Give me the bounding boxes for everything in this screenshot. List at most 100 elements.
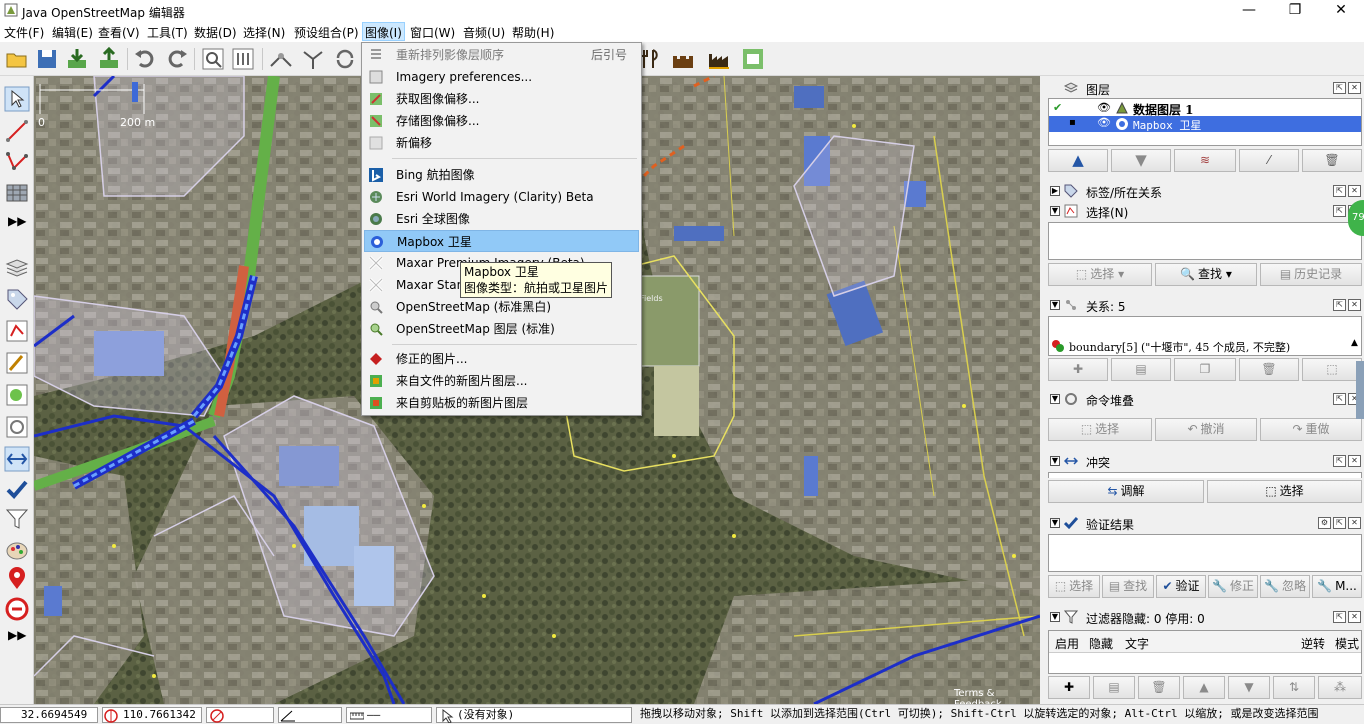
- preferences-icon[interactable]: [230, 46, 256, 72]
- redo-icon[interactable]: [164, 46, 190, 72]
- move-filter-up-button[interactable]: ▲: [1183, 676, 1225, 699]
- merge-layer-button[interactable]: ≋: [1174, 149, 1236, 172]
- validation-select-button[interactable]: ⬚ 选择: [1048, 575, 1100, 598]
- parallel-mode-icon[interactable]: [4, 180, 30, 206]
- building-preset-icon[interactable]: [740, 46, 766, 72]
- selection-panel-header[interactable]: ▼ 选择(N) ⇱ ✕: [1048, 202, 1362, 220]
- save-icon[interactable]: [34, 46, 60, 72]
- detach-icon[interactable]: ⇱: [1333, 455, 1346, 467]
- relations-panel-header[interactable]: ▼ 关系: 5 ⇱ ✕: [1048, 296, 1362, 314]
- layers-panel-header[interactable]: 图层 ⇱ ✕: [1048, 79, 1362, 97]
- menu-audio[interactable]: 音频(U): [461, 24, 507, 41]
- tags-panel-header[interactable]: ▶ 标签/所在关系 ⇱ ✕: [1048, 182, 1362, 200]
- draw-mode-icon[interactable]: [4, 118, 30, 144]
- expand-icon[interactable]: ▶: [1050, 186, 1060, 196]
- dialog-toggle-commands-icon[interactable]: [4, 414, 30, 440]
- menu-item-osm-bw[interactable]: OpenStreetMap (标准黑白): [364, 296, 639, 318]
- menu-item-store-offset[interactable]: 存储图像偏移...: [364, 110, 639, 132]
- menu-tools[interactable]: 工具(T): [145, 24, 190, 41]
- delete-relation-button[interactable]: 🗑: [1239, 358, 1299, 381]
- download-icon[interactable]: [64, 46, 90, 72]
- edit-filter-button[interactable]: ▤: [1093, 676, 1135, 699]
- minimize-button[interactable]: —: [1226, 0, 1272, 22]
- relation-row[interactable]: boundary[5] ("十堰市", 45 个成员, 不完整): [1049, 338, 1361, 354]
- dialog-toggle-layers-icon[interactable]: [4, 254, 30, 280]
- split-way-icon[interactable]: [268, 46, 294, 72]
- undo-button[interactable]: ↶ 撤消: [1155, 418, 1257, 441]
- filters-panel-header[interactable]: ▼ 过滤器隐藏: 0 停用: 0 ⇱ ✕: [1048, 608, 1362, 626]
- close-panel-icon[interactable]: ✕: [1348, 455, 1361, 467]
- menu-item-rectified[interactable]: 修正的图片...: [364, 348, 639, 370]
- menu-item-new-offset[interactable]: 新偏移: [364, 132, 639, 154]
- combine-way-icon[interactable]: [300, 46, 326, 72]
- column-inverse[interactable]: 逆转: [1301, 635, 1325, 652]
- undo-icon[interactable]: [132, 46, 158, 72]
- dialog-toggle-changeset-icon[interactable]: [4, 596, 30, 622]
- menu-item-clipboard-image[interactable]: 来自剪贴板的新图片图层: [364, 392, 639, 414]
- menu-presets[interactable]: 预设组合(P): [292, 24, 361, 41]
- dialog-toggle-validation-icon[interactable]: [4, 476, 30, 502]
- delete-layer-button[interactable]: 🗑: [1302, 149, 1362, 172]
- menu-item-esri-clarity[interactable]: Esri World Imagery (Clarity) Beta: [364, 186, 639, 208]
- collapse-icon[interactable]: ▼: [1050, 518, 1060, 528]
- scroll-up-icon[interactable]: ▲: [1351, 338, 1358, 348]
- search-button[interactable]: 🔍 查找 ▾: [1155, 263, 1257, 286]
- dialog-toggle-notes-icon[interactable]: [4, 566, 30, 592]
- column-mode[interactable]: 模式: [1335, 635, 1359, 652]
- dialog-toggle-filter-icon[interactable]: [4, 506, 30, 532]
- add-relation-button[interactable]: ✚: [1048, 358, 1108, 381]
- scroll-handle[interactable]: [1356, 361, 1364, 419]
- resolve-button[interactable]: ⇆ 调解: [1048, 480, 1204, 503]
- dialog-toggle-conflict-icon[interactable]: [4, 446, 30, 472]
- select-mode-icon[interactable]: [4, 86, 30, 112]
- menu-item-esri-world[interactable]: Esri 全球图像: [364, 208, 639, 230]
- column-enable[interactable]: 启用: [1055, 635, 1079, 652]
- maximize-button[interactable]: ❐: [1272, 0, 1318, 22]
- conflict-select-button[interactable]: ⬚ 选择: [1207, 480, 1362, 503]
- collapse-icon[interactable]: ▼: [1050, 300, 1060, 310]
- detach-icon[interactable]: ⇱: [1333, 517, 1346, 529]
- visibility-eye-icon[interactable]: 👁: [1097, 101, 1111, 114]
- detach-icon[interactable]: ⇱: [1333, 393, 1346, 405]
- close-panel-icon[interactable]: ✕: [1348, 82, 1361, 94]
- move-filter-down-button[interactable]: ▼: [1228, 676, 1270, 699]
- menu-file[interactable]: 文件(F): [2, 24, 46, 41]
- close-panel-icon[interactable]: ✕: [1348, 611, 1361, 623]
- menu-data[interactable]: 数据(D): [192, 24, 239, 41]
- dialog-toggle-mappaint-icon[interactable]: [4, 538, 30, 564]
- validation-panel-header[interactable]: ▼ 验证结果 ⚙ ⇱ ✕: [1048, 514, 1362, 532]
- collapse-icon[interactable]: ▼: [1050, 394, 1060, 404]
- visibility-eye-icon[interactable]: 👁: [1097, 116, 1111, 129]
- more-modes-icon[interactable]: ▶▶: [8, 214, 26, 228]
- collapse-icon[interactable]: ▼: [1050, 456, 1060, 466]
- selection-list[interactable]: [1048, 222, 1362, 260]
- preferences-icon[interactable]: ⚙: [1318, 517, 1331, 529]
- factory-preset-icon[interactable]: [706, 46, 732, 72]
- layer-row-selected[interactable]: ▪ 👁 Mapbox 卫星: [1049, 116, 1361, 132]
- close-window-button[interactable]: ✕: [1318, 0, 1364, 22]
- validation-search-button[interactable]: ▤ 查找: [1102, 575, 1154, 598]
- menu-edit[interactable]: 编辑(E): [50, 24, 95, 41]
- edit-relation-button[interactable]: ▤: [1111, 358, 1171, 381]
- menu-item-bing[interactable]: Bing 航拍图像: [364, 164, 639, 186]
- menu-selection[interactable]: 选择(N): [241, 24, 287, 41]
- column-hide[interactable]: 隐藏: [1089, 635, 1113, 652]
- menu-item-imagery-preferences[interactable]: Imagery preferences...: [364, 66, 639, 88]
- dialog-toggle-history-icon[interactable]: [4, 350, 30, 376]
- move-up-button[interactable]: ▲: [1048, 149, 1108, 172]
- dialog-toggle-relations-icon[interactable]: [4, 382, 30, 408]
- collapse-icon[interactable]: ▼: [1050, 206, 1060, 216]
- close-panel-icon[interactable]: ✕: [1348, 299, 1361, 311]
- open-file-icon[interactable]: [4, 46, 30, 72]
- column-text[interactable]: 文字: [1125, 635, 1149, 652]
- menu-item-mapbox[interactable]: Mapbox 卫星: [364, 230, 639, 252]
- dialog-toggle-tags-icon[interactable]: [4, 286, 30, 312]
- commands-panel-header[interactable]: ▼ 命令堆叠 ⇱ ✕: [1048, 390, 1362, 408]
- menu-item-osm-standard[interactable]: OpenStreetMap 图层 (标准): [364, 318, 639, 340]
- commands-select-button[interactable]: ⬚ 选择: [1048, 418, 1152, 441]
- more-dialogs-icon[interactable]: ▶▶: [8, 628, 26, 642]
- selection-select-button[interactable]: ⬚ 选择 ▾: [1048, 263, 1152, 286]
- menu-imagery[interactable]: 图像(I): [362, 22, 405, 41]
- attribution-link[interactable]: Terms & Feedback: [954, 688, 1040, 704]
- menu-view[interactable]: 查看(V): [96, 24, 142, 41]
